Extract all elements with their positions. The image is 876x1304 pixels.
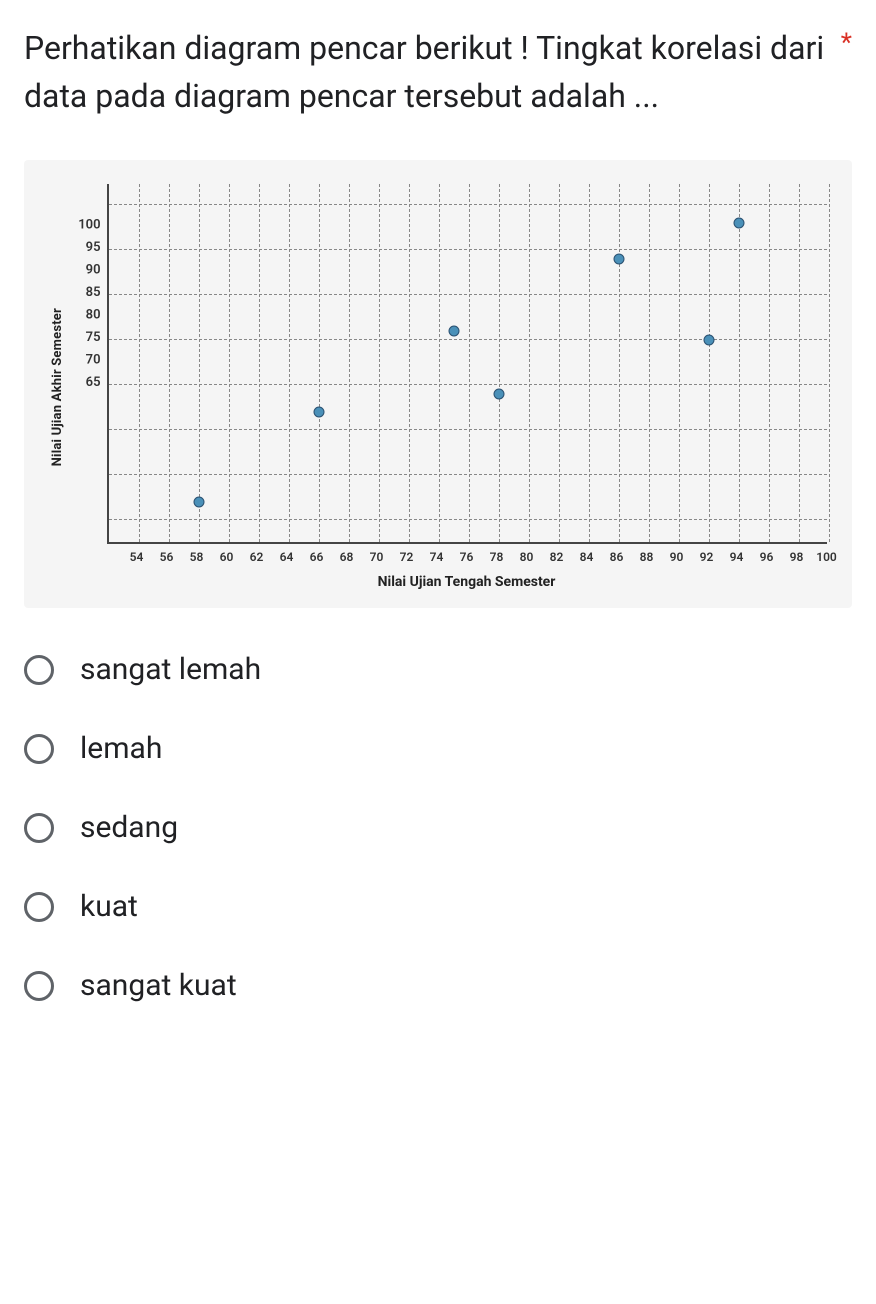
- gridline-vertical: [829, 184, 830, 542]
- answer-option-label: sangat lemah: [80, 652, 261, 687]
- gridline-vertical: [589, 184, 590, 542]
- gridline-vertical: [349, 184, 350, 542]
- gridline-vertical: [799, 184, 800, 542]
- gridline-vertical: [559, 184, 560, 542]
- gridline-vertical: [409, 184, 410, 542]
- gridline-horizontal: [109, 294, 827, 295]
- gridline-vertical: [619, 184, 620, 542]
- answer-option[interactable]: sangat lemah: [24, 652, 852, 687]
- radio-icon[interactable]: [24, 813, 54, 843]
- answer-option-label: kuat: [80, 889, 138, 924]
- gridline-vertical: [259, 184, 260, 542]
- answer-option-label: sedang: [80, 810, 178, 845]
- gridline-vertical: [199, 184, 200, 542]
- gridline-vertical: [649, 184, 650, 542]
- answer-option-label: lemah: [80, 731, 162, 766]
- y-axis-label: Nilai Ujian Akhir Semester: [50, 308, 65, 466]
- radio-icon[interactable]: [24, 892, 54, 922]
- answer-options: sangat lemah lemah sedang kuat sangat kuat: [24, 652, 852, 1003]
- radio-icon[interactable]: [24, 971, 54, 1001]
- gridline-vertical: [439, 184, 440, 542]
- required-asterisk: *: [841, 28, 852, 58]
- gridline-vertical: [499, 184, 500, 542]
- answer-option[interactable]: lemah: [24, 731, 852, 766]
- answer-option[interactable]: sangat kuat: [24, 968, 852, 1003]
- gridline-horizontal: [109, 474, 827, 475]
- data-point: [313, 406, 324, 417]
- data-point: [493, 388, 504, 399]
- data-point: [448, 325, 459, 336]
- plot-area: [107, 184, 827, 544]
- data-point: [193, 496, 204, 507]
- answer-option[interactable]: kuat: [24, 889, 852, 924]
- answer-option-label: sangat kuat: [80, 968, 237, 1003]
- gridline-vertical: [229, 184, 230, 542]
- y-tick-label: 100: [78, 218, 100, 241]
- gridline-vertical: [319, 184, 320, 542]
- x-axis-label: Nilai Ujian Tengah Semester: [107, 574, 827, 590]
- radio-icon[interactable]: [24, 655, 54, 685]
- gridline-vertical: [679, 184, 680, 542]
- answer-option[interactable]: sedang: [24, 810, 852, 845]
- data-point: [703, 334, 714, 345]
- scatter-chart: Nilai Ujian Akhir Semester 1009590858075…: [24, 160, 852, 608]
- y-tick-label: 65: [86, 376, 101, 714]
- gridline-vertical: [529, 184, 530, 542]
- data-point: [733, 217, 744, 228]
- gridline-vertical: [469, 184, 470, 542]
- gridline-horizontal: [109, 249, 827, 250]
- gridline-vertical: [739, 184, 740, 542]
- gridline-vertical: [169, 184, 170, 542]
- gridline-vertical: [379, 184, 380, 542]
- x-axis-ticks: 5456586062646668707274767880828486889092…: [107, 550, 827, 566]
- gridline-vertical: [289, 184, 290, 542]
- gridline-vertical: [709, 184, 710, 542]
- question-text: Perhatikan diagram pencar berikut ! Ting…: [24, 24, 829, 120]
- data-point: [613, 253, 624, 264]
- gridline-horizontal: [109, 339, 827, 340]
- y-axis-ticks: 10095908580757065: [73, 207, 101, 567]
- gridline-horizontal: [109, 204, 827, 205]
- gridline-vertical: [139, 184, 140, 542]
- gridline-horizontal: [109, 429, 827, 430]
- gridline-horizontal: [109, 519, 827, 520]
- gridline-vertical: [769, 184, 770, 542]
- radio-icon[interactable]: [24, 734, 54, 764]
- gridline-horizontal: [109, 384, 827, 385]
